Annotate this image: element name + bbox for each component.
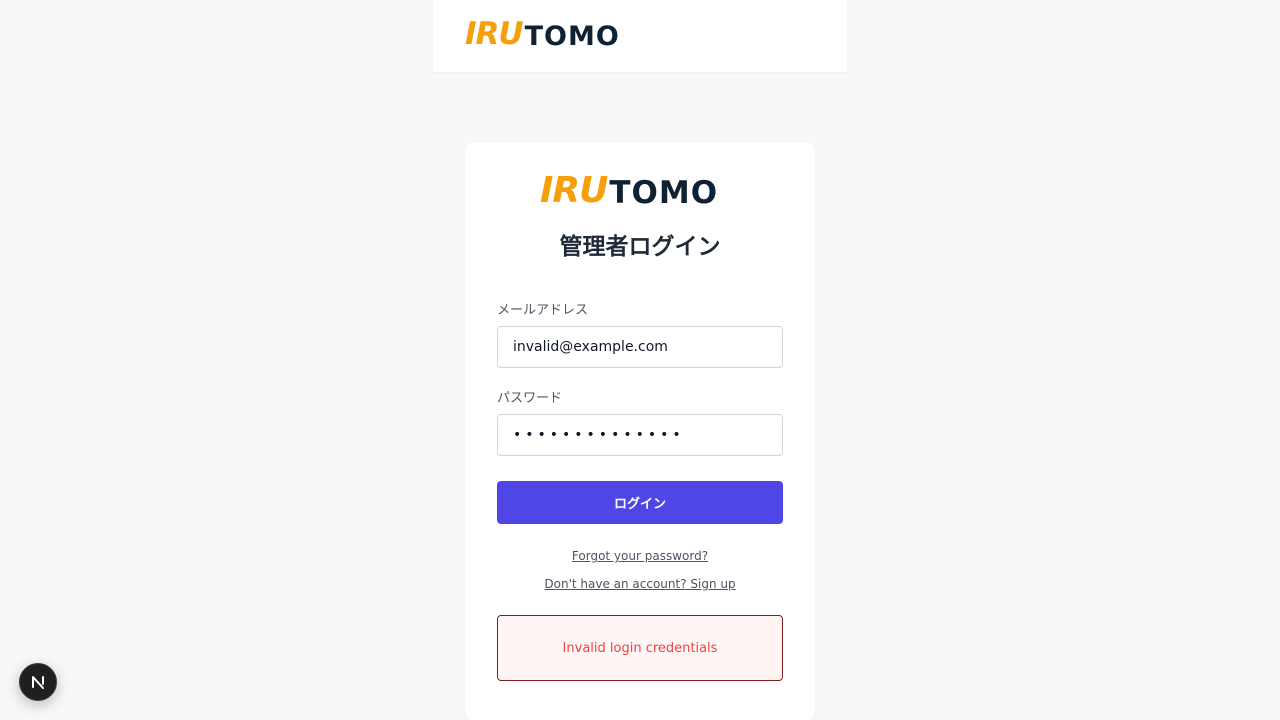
forgot-password-link[interactable]: Forgot your password? [465, 549, 815, 563]
password-label: パスワード [497, 391, 563, 406]
email-field[interactable] [497, 326, 783, 368]
page-title: 管理者ログイン [559, 234, 721, 260]
top-header: IRU TOMO [433, 0, 847, 72]
logo-iru-text: IRU [465, 16, 524, 52]
error-alert: Invalid login credentials [497, 615, 783, 681]
login-card: IRU TOMO 管理者ログイン メールアドレス パスワード ログイン Forg… [465, 143, 815, 720]
email-label: メールアドレス [497, 303, 589, 318]
logo-tomo-text: TOMO [524, 21, 620, 52]
error-message: Invalid login credentials [562, 640, 718, 656]
nextjs-devtools-button[interactable] [19, 663, 57, 701]
login-button[interactable]: ログイン [497, 481, 783, 524]
signup-link[interactable]: Don't have an account? Sign up [465, 577, 815, 591]
header-logo[interactable]: IRU TOMO [465, 16, 620, 52]
logo-iru-text: IRU [540, 170, 608, 211]
logo-tomo-text: TOMO [609, 175, 719, 211]
password-field[interactable] [497, 414, 783, 456]
nextjs-icon [32, 676, 44, 689]
card-logo: IRU TOMO [540, 173, 718, 209]
